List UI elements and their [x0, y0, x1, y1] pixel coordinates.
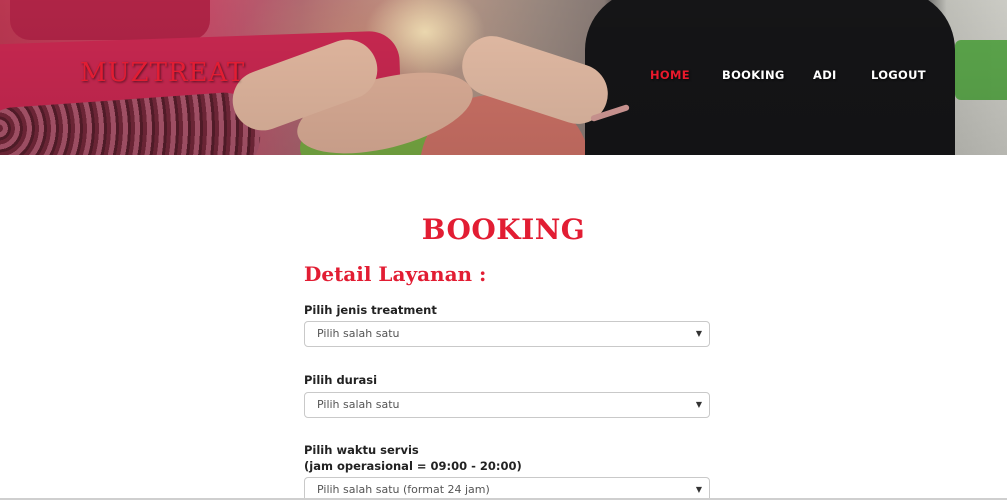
duration-select[interactable]: Pilih salah satu ▼: [304, 392, 710, 418]
treatment-select-value: Pilih salah satu: [317, 327, 400, 340]
treatment-select[interactable]: Pilih salah satu ▼: [304, 321, 710, 347]
treatment-label: Pilih jenis treatment: [304, 303, 437, 317]
service-time-select-value: Pilih salah satu (format 24 jam): [317, 483, 490, 496]
hero-header: MUZTREAT HOME BOOKING ADI LOGOUT: [0, 0, 1007, 155]
nav-adi[interactable]: ADI: [813, 68, 837, 82]
nav-logout[interactable]: LOGOUT: [871, 68, 926, 82]
service-time-label: Pilih waktu servis: [304, 443, 419, 457]
duration-label: Pilih durasi: [304, 373, 378, 387]
section-title: Detail Layanan :: [304, 262, 487, 286]
service-time-hours-note: (jam operasional = 09:00 - 20:00): [304, 459, 522, 473]
service-time-select[interactable]: Pilih salah satu (format 24 jam) ▼: [304, 477, 710, 500]
nav-booking[interactable]: BOOKING: [722, 68, 785, 82]
caret-down-icon: ▼: [695, 329, 702, 338]
nav-home[interactable]: HOME: [650, 68, 690, 82]
page-title: BOOKING: [421, 213, 586, 246]
duration-select-value: Pilih salah satu: [317, 398, 400, 411]
main-nav: HOME BOOKING ADI LOGOUT: [0, 68, 1007, 84]
caret-down-icon: ▼: [695, 485, 702, 494]
caret-down-icon: ▼: [695, 400, 702, 409]
